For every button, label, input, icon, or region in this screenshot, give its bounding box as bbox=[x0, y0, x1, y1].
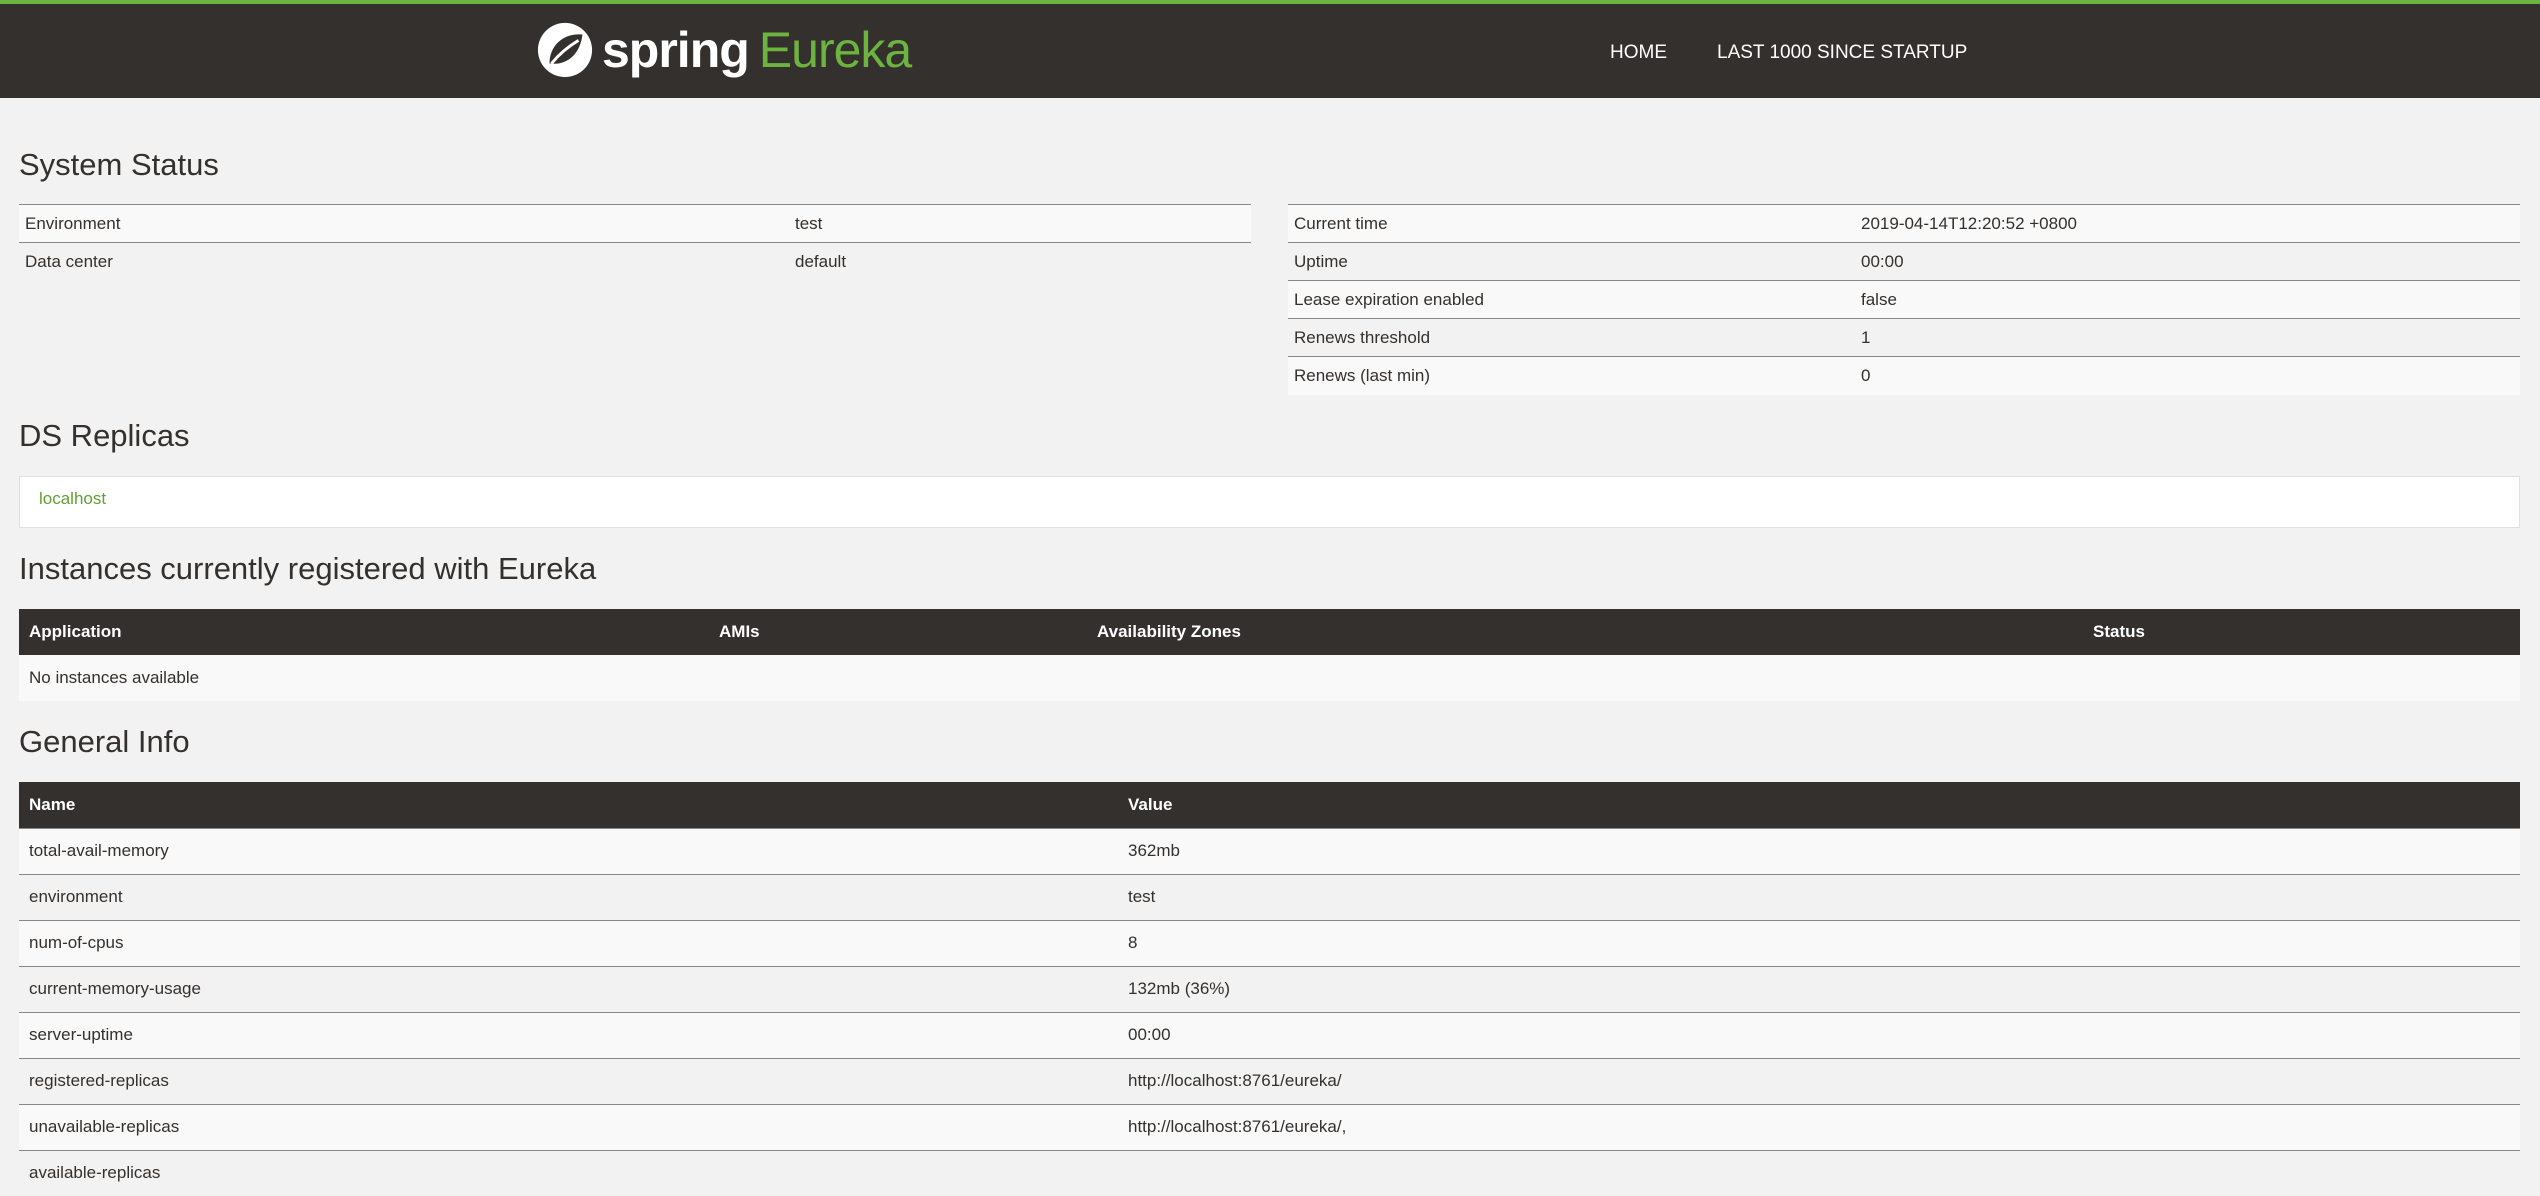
table-row: Lease expiration enabled false bbox=[1288, 280, 2520, 319]
table-row: No instances available bbox=[19, 655, 2520, 701]
empty-instances-message: No instances available bbox=[19, 655, 2520, 701]
system-status-title: System Status bbox=[19, 147, 219, 182]
table-row: current-memory-usage 132mb (36%) bbox=[19, 965, 2520, 1012]
info-name: environment bbox=[19, 873, 1118, 920]
status-key: Renews (last min) bbox=[1288, 356, 1855, 395]
status-key: Environment bbox=[19, 204, 789, 243]
info-name: server-uptime bbox=[19, 1011, 1118, 1058]
column-header-application: Application bbox=[19, 609, 709, 655]
ds-replicas-title: DS Replicas bbox=[19, 418, 190, 453]
top-navbar: spring Eureka HOME LAST 1000 SINCE STARTU… bbox=[0, 0, 2540, 98]
table-row: total-avail-memory 362mb bbox=[19, 827, 2520, 874]
info-value: http://localhost:8761/eureka/ bbox=[1118, 1057, 2520, 1104]
table-header-row: Application AMIs Availability Zones Stat… bbox=[19, 609, 2520, 655]
status-key: Uptime bbox=[1288, 242, 1855, 281]
status-key: Data center bbox=[19, 242, 789, 281]
instances-title: Instances currently registered with Eure… bbox=[19, 551, 597, 586]
status-value: test bbox=[789, 204, 1251, 243]
table-row: Renews (last min) 0 bbox=[1288, 356, 2520, 395]
table-row: environment test bbox=[19, 873, 2520, 920]
status-value: 2019-04-14T12:20:52 +0800 bbox=[1855, 204, 2520, 243]
nav-links: HOME LAST 1000 SINCE STARTUP bbox=[1610, 42, 1967, 64]
info-value: test bbox=[1118, 873, 2520, 920]
table-row: available-replicas bbox=[19, 1149, 2520, 1196]
column-header-amis: AMIs bbox=[709, 609, 1087, 655]
table-row: Renews threshold 1 bbox=[1288, 318, 2520, 357]
table-row: Environment test bbox=[19, 204, 1251, 243]
info-name: registered-replicas bbox=[19, 1057, 1118, 1104]
spring-eureka-logo-link[interactable]: spring Eureka bbox=[536, 18, 912, 82]
general-info-table: Name Value total-avail-memory 362mb envi… bbox=[19, 782, 2520, 1196]
column-header-status: Status bbox=[2083, 609, 2520, 655]
status-value: 00:00 bbox=[1855, 242, 2520, 281]
brand-spring-text: spring bbox=[602, 22, 750, 78]
brand-eureka-text: Eureka bbox=[758, 22, 912, 78]
table-row: registered-replicas http://localhost:876… bbox=[19, 1057, 2520, 1104]
status-key: Current time bbox=[1288, 204, 1855, 243]
info-name: total-avail-memory bbox=[19, 827, 1118, 874]
table-row: unavailable-replicas http://localhost:87… bbox=[19, 1103, 2520, 1150]
ds-replicas-list: localhost bbox=[19, 476, 2520, 528]
info-value bbox=[1118, 1149, 2520, 1196]
spring-leaf-icon bbox=[537, 22, 593, 78]
info-value: 00:00 bbox=[1118, 1011, 2520, 1058]
table-row: Uptime 00:00 bbox=[1288, 242, 2520, 281]
status-value: 0 bbox=[1855, 356, 2520, 395]
column-header-value: Value bbox=[1118, 782, 2520, 828]
status-value: 1 bbox=[1855, 318, 2520, 357]
instances-table: Application AMIs Availability Zones Stat… bbox=[19, 609, 2520, 701]
system-status-right-table: Current time 2019-04-14T12:20:52 +0800 U… bbox=[1288, 204, 2520, 395]
info-name: num-of-cpus bbox=[19, 919, 1118, 966]
status-key: Lease expiration enabled bbox=[1288, 280, 1855, 319]
table-row: Current time 2019-04-14T12:20:52 +0800 bbox=[1288, 204, 2520, 243]
nav-home-link[interactable]: HOME bbox=[1610, 42, 1667, 64]
table-row: server-uptime 00:00 bbox=[19, 1011, 2520, 1058]
info-value: http://localhost:8761/eureka/, bbox=[1118, 1103, 2520, 1150]
general-info-title: General Info bbox=[19, 724, 190, 759]
nav-last-1000-link[interactable]: LAST 1000 SINCE STARTUP bbox=[1717, 42, 1967, 64]
system-status-left-table: Environment test Data center default bbox=[19, 204, 1251, 281]
status-key: Renews threshold bbox=[1288, 318, 1855, 357]
status-value: default bbox=[789, 242, 1251, 281]
column-header-name: Name bbox=[19, 782, 1118, 828]
info-value: 8 bbox=[1118, 919, 2520, 966]
table-row: Data center default bbox=[19, 242, 1251, 281]
table-row: num-of-cpus 8 bbox=[19, 919, 2520, 966]
info-value: 132mb (36%) bbox=[1118, 965, 2520, 1012]
table-header-row: Name Value bbox=[19, 782, 2520, 828]
info-name: unavailable-replicas bbox=[19, 1103, 1118, 1150]
info-name: available-replicas bbox=[19, 1149, 1118, 1196]
info-name: current-memory-usage bbox=[19, 965, 1118, 1012]
info-value: 362mb bbox=[1118, 827, 2520, 874]
column-header-availability-zones: Availability Zones bbox=[1087, 609, 2083, 655]
replica-link-localhost[interactable]: localhost bbox=[39, 489, 106, 508]
status-value: false bbox=[1855, 280, 2520, 319]
